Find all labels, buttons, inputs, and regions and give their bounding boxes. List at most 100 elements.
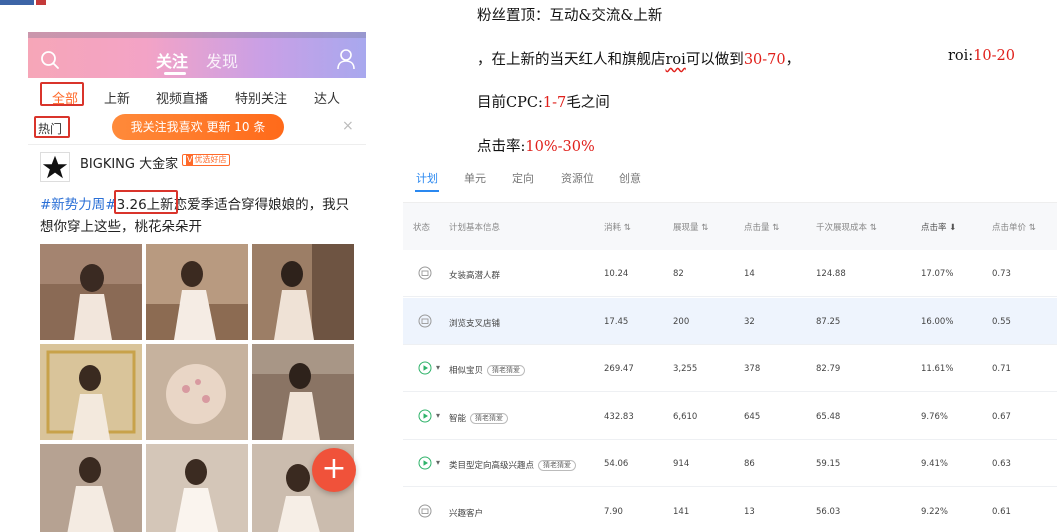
play-icon[interactable]	[418, 361, 432, 375]
plan-name-text: 浏览支叉店铺	[449, 318, 501, 329]
tab-placement[interactable]: 资源位	[561, 170, 594, 186]
subtab-live[interactable]: 视频直播	[156, 88, 208, 107]
subtab-special[interactable]: 特别关注	[235, 88, 287, 107]
plan-name-text: 类目型定向高级兴趣点	[449, 461, 535, 471]
add-post-button[interactable]: +	[312, 448, 356, 492]
cell-impressions: 6,610	[673, 411, 698, 422]
cell-cpm: 56.03	[816, 506, 841, 517]
note-line-2-suffix: ，	[785, 52, 801, 68]
plan-badge: 猜老猜爱	[487, 365, 526, 376]
table-row[interactable]: ▾ 相似宝贝 猜老猜爱 269.47 3,255 378 82.79 11.61% 0.71	[403, 345, 1057, 392]
cell-ctr: 9.76%	[921, 411, 949, 422]
cell-cpm: 82.79	[816, 364, 841, 374]
note-line-1: 粉丝置顶：互动&交流&上新	[477, 4, 662, 25]
cell-plan-name[interactable]: 浏览支叉店铺	[449, 317, 500, 329]
note-line-2-right: roi:10-20	[948, 48, 1015, 64]
photo-6[interactable]	[252, 344, 354, 440]
play-icon[interactable]	[418, 456, 432, 470]
app-header: 关注 发现	[28, 32, 366, 78]
note-line-2-range: 30-70	[743, 52, 786, 68]
author-name[interactable]: BIGKING 大金家	[80, 153, 178, 172]
table-row[interactable]: ▾ 类目型定向高级兴趣点 猜老猜爱 54.06 914 86 59.15 9.41% 0.63	[403, 440, 1057, 487]
column-cpm[interactable]: 千次展现成本 ⇅	[816, 221, 877, 233]
photo-8[interactable]	[146, 444, 248, 532]
chevron-down-icon[interactable]: ▾	[436, 363, 440, 372]
close-icon[interactable]: ×	[342, 118, 354, 134]
column-plan-info: 计划基本信息	[449, 223, 501, 233]
cell-plan-name[interactable]: 类目型定向高级兴趣点 猜老猜爱	[449, 459, 577, 471]
cell-cpm: 59.15	[816, 459, 841, 469]
play-icon[interactable]	[418, 409, 432, 423]
paused-icon[interactable]	[418, 314, 432, 328]
paused-icon[interactable]	[418, 504, 432, 518]
note-line-4-range: 10%-30%	[525, 139, 595, 155]
verified-mark: V	[186, 155, 194, 165]
cell-spend: 54.06	[604, 459, 629, 469]
annotation-box-date	[114, 190, 178, 214]
note-line-2-mid: 可以做到	[685, 52, 744, 68]
note-line-2-prefix: ，在上新的当天红人和旗舰店	[477, 52, 666, 68]
user-icon[interactable]	[336, 48, 356, 70]
photo-3[interactable]	[252, 244, 354, 340]
tab-discover[interactable]: 发现	[206, 48, 238, 72]
cell-spend: 432.83	[604, 411, 634, 422]
photo-5[interactable]	[146, 344, 248, 440]
cell-spend: 269.47	[604, 364, 634, 374]
column-ctr[interactable]: 点击率 ⬇	[921, 221, 956, 233]
post-text: #新势力周#3.26上新恋爱季适合穿得娘娘的，我只想你穿上这些，桃花朵朵开	[40, 194, 356, 238]
note-line-3-suffix: 毛之间	[566, 95, 610, 111]
cell-plan-name[interactable]: 相似宝贝 猜老猜爱	[449, 364, 526, 376]
chevron-down-icon[interactable]: ▾	[436, 411, 440, 420]
column-cpc[interactable]: 点击单价 ⇅	[992, 221, 1036, 233]
post-hashtag[interactable]: #新势力周#	[40, 197, 117, 213]
table-row[interactable]: ▾ 智能 猜老猜爱 432.83 6,610 645 65.48 9.76% 0.67	[403, 392, 1057, 440]
cell-plan-name[interactable]: 女装高潜人群	[449, 269, 500, 281]
avatar[interactable]	[40, 152, 70, 182]
divider	[28, 144, 366, 145]
cell-clicks: 13	[744, 506, 755, 517]
plan-table: 状态 计划基本信息 消耗 ⇅ 展现量 ⇅ 点击量 ⇅ 千次展现成本 ⇅ 点击率 …	[403, 202, 1057, 532]
table-row[interactable]: 浏览支叉店铺 17.45 200 32 87.25 16.00% 0.55	[403, 297, 1057, 345]
subtab-influencer[interactable]: 达人	[314, 88, 340, 107]
tab-follow[interactable]: 关注	[156, 48, 188, 72]
table-row[interactable]: 兴趣客户 7.90 141 13 56.03 9.22% 0.61	[403, 487, 1057, 532]
cell-impressions: 914	[673, 459, 690, 469]
cell-plan-name[interactable]: 智能 猜老猜爱	[449, 412, 509, 424]
note-line-2-right-range: 10-20	[973, 48, 1015, 64]
chevron-down-icon[interactable]: ▾	[436, 458, 440, 467]
search-icon[interactable]	[40, 50, 60, 70]
active-tab-indicator	[415, 190, 439, 192]
tab-plan[interactable]: 计划	[416, 170, 438, 186]
cell-spend: 7.90	[604, 506, 623, 517]
corner-decoration-red	[36, 0, 46, 5]
tab-creative[interactable]: 创意	[619, 170, 641, 186]
column-clicks[interactable]: 点击量 ⇅	[744, 221, 779, 233]
tab-unit[interactable]: 单元	[464, 170, 486, 186]
tab-targeting[interactable]: 定向	[512, 170, 534, 186]
active-tab-indicator	[164, 72, 186, 75]
cell-clicks: 14	[744, 269, 755, 279]
table-row[interactable]: 女装高潜人群 10.24 82 14 124.88 17.07% 0.73	[403, 250, 1057, 297]
photo-1[interactable]	[40, 244, 142, 340]
plan-name-text: 相似宝贝	[449, 366, 484, 376]
note-line-4-label: 点击率:	[477, 139, 526, 155]
paused-icon[interactable]	[418, 266, 432, 280]
plan-name-text: 兴趣客户	[449, 508, 484, 519]
cell-spend: 10.24	[604, 269, 629, 279]
subtab-new[interactable]: 上新	[104, 88, 130, 107]
cell-cpm: 87.25	[816, 316, 841, 327]
cell-ctr: 9.22%	[921, 506, 949, 517]
note-line-2-right-label: roi:	[948, 48, 974, 64]
cell-plan-name[interactable]: 兴趣客户	[449, 507, 483, 519]
refresh-banner[interactable]: 我关注我喜欢 更新 10 条	[112, 114, 284, 140]
note-line-3: 目前CPC:1-7毛之间	[477, 91, 610, 112]
column-spend[interactable]: 消耗 ⇅	[604, 221, 631, 233]
cell-cpm: 124.88	[816, 269, 846, 279]
cell-clicks: 645	[744, 411, 761, 422]
photo-2[interactable]	[146, 244, 248, 340]
photo-7[interactable]	[40, 444, 142, 532]
photo-4[interactable]	[40, 344, 142, 440]
column-impressions[interactable]: 展现量 ⇅	[673, 221, 708, 233]
cell-ctr: 9.41%	[921, 459, 949, 469]
cell-cpc: 0.55	[992, 316, 1011, 327]
